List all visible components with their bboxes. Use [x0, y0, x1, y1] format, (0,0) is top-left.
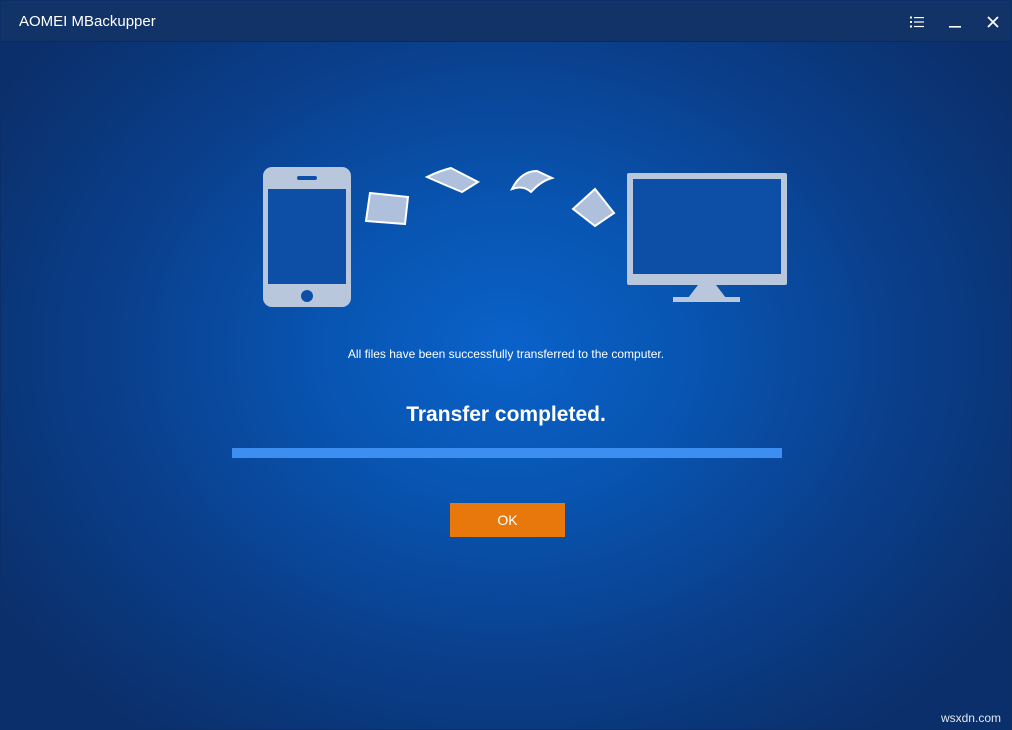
flying-document-icon-1: [364, 191, 410, 226]
transfer-message: All files have been successfully transfe…: [347, 347, 665, 361]
phone-icon: [263, 167, 351, 307]
progress-bar: [232, 448, 782, 458]
monitor-icon: [627, 173, 787, 302]
progress-fill: [232, 448, 782, 458]
transfer-status: Transfer completed.: [406, 403, 606, 426]
app-window: AOMEI MBackupper All files have been suc…: [0, 0, 1012, 730]
watermark-text: wsxdn.com: [940, 711, 1001, 725]
ok-button[interactable]: OK: [450, 503, 565, 537]
transfer-illustration: [263, 166, 787, 307]
flying-document-icon-2: [424, 166, 481, 194]
flying-document-icon-4: [571, 187, 616, 228]
flying-document-icon-3: [509, 169, 555, 194]
